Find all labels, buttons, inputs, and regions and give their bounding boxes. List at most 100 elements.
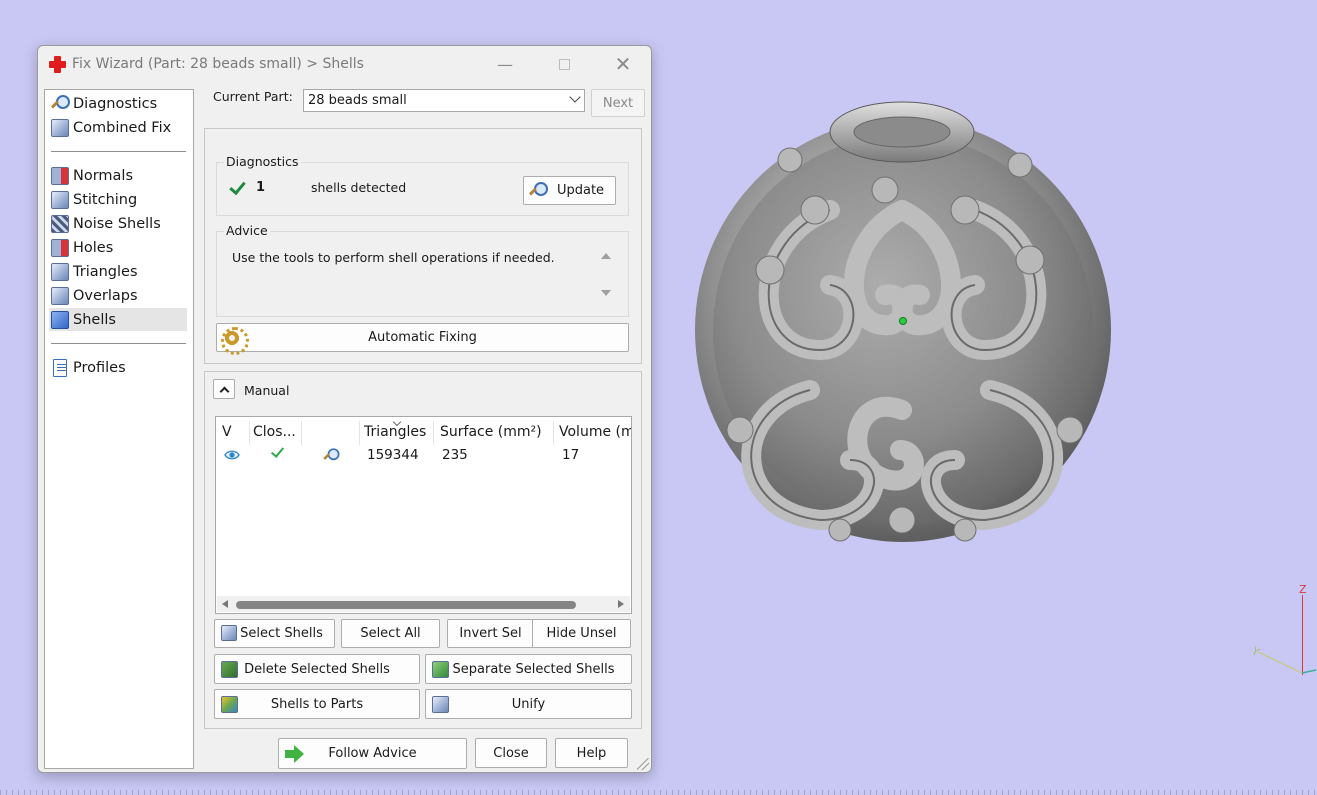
magnifier-icon <box>529 182 548 200</box>
bead-model[interactable] <box>690 90 1120 550</box>
unify-icon <box>432 696 449 713</box>
scroll-left-icon[interactable] <box>222 600 228 608</box>
nav-item-combined-fix[interactable]: Combined Fix <box>49 116 187 139</box>
collapse-manual-button[interactable] <box>213 379 235 399</box>
automatic-fixing-label: Automatic Fixing <box>368 330 477 345</box>
app-cross-icon <box>49 56 66 73</box>
nav-item-label: Diagnostics <box>73 95 158 112</box>
select-all-button[interactable]: Select All <box>341 619 440 648</box>
triangles-cell: 159344 <box>367 447 419 463</box>
nav-item-label: Stitching <box>73 191 138 208</box>
window-title: Fix Wizard (Part: 28 beads small) > Shel… <box>72 56 364 72</box>
delete-selected-shells-label: Delete Selected Shells <box>244 661 390 677</box>
current-part-select[interactable]: 28 beads small <box>303 89 585 112</box>
advice-group <box>216 231 629 317</box>
hide-unsel-button[interactable]: Hide Unsel <box>532 619 631 648</box>
shells-to-parts-icon <box>221 696 238 713</box>
manual-title: Manual <box>244 383 290 398</box>
nav-item-stitching[interactable]: Stitching <box>49 188 187 211</box>
nav-item-noise-shells[interactable]: Noise Shells <box>49 212 187 235</box>
select-shells-icon <box>221 625 237 641</box>
nav-item-label: Profiles <box>73 359 126 376</box>
nav-item-label: Overlaps <box>73 287 138 304</box>
chevron-up-icon <box>219 386 229 396</box>
current-part-value: 28 beads small <box>308 93 407 108</box>
nav-item-label: Normals <box>73 167 134 184</box>
gears-icon <box>221 327 249 355</box>
profiles-icon <box>53 358 67 377</box>
column-header[interactable]: Volume (m <box>559 421 631 445</box>
shells-to-parts-button[interactable]: Shells to Parts <box>214 689 420 719</box>
scroll-right-icon[interactable] <box>618 600 624 608</box>
nav-item-label: Combined Fix <box>73 119 172 136</box>
select-shells-label: Select Shells <box>240 626 323 641</box>
scroll-down-icon <box>601 290 611 296</box>
scroll-up-icon <box>601 253 611 259</box>
normals-icon <box>51 166 69 185</box>
next-button[interactable]: Next <box>591 89 645 117</box>
separate-selected-shells-label: Separate Selected Shells <box>452 661 615 677</box>
combined-fix-icon <box>51 118 69 137</box>
unify-button[interactable]: Unify <box>425 689 632 719</box>
shells-to-parts-label: Shells to Parts <box>270 696 364 712</box>
follow-advice-label: Follow Advice <box>328 746 417 761</box>
delete-shells-icon <box>221 661 238 678</box>
nav-item-triangles[interactable]: Triangles <box>49 260 187 283</box>
nav-item-label: Noise Shells <box>73 215 161 232</box>
resize-grip[interactable] <box>637 758 649 770</box>
title-bar[interactable]: Fix Wizard (Part: 28 beads small) > Shel… <box>38 46 651 83</box>
nav-item-diagnostics[interactable]: Diagnostics <box>49 92 187 115</box>
nav-item-shells[interactable]: Shells <box>49 308 187 331</box>
shell-count: 1 <box>256 180 266 195</box>
eye-icon[interactable] <box>224 449 240 461</box>
select-shells-button[interactable]: Select Shells <box>214 619 335 648</box>
chevron-down-icon <box>569 91 581 103</box>
invert-sel-button[interactable]: Invert Sel <box>447 619 534 648</box>
holes-icon <box>51 238 69 257</box>
follow-advice-button[interactable]: Follow Advice <box>278 738 467 769</box>
nav-divider <box>51 151 186 152</box>
nav-item-normals[interactable]: Normals <box>49 164 187 187</box>
maximize-button[interactable] <box>547 52 581 76</box>
table-horizontal-scrollbar[interactable] <box>217 596 630 612</box>
z-axis-label: Z <box>1299 583 1307 596</box>
column-header[interactable] <box>304 421 360 445</box>
advice-text: Use the tools to perform shell operation… <box>232 250 555 265</box>
update-button[interactable]: Update <box>523 176 616 205</box>
arrow-right-icon <box>285 745 305 763</box>
nav-item-label: Shells <box>73 311 116 328</box>
close-button[interactable]: Close <box>475 738 547 768</box>
column-header[interactable]: Surface (mm²) <box>440 421 554 445</box>
current-part-label: Current Part: <box>213 89 293 104</box>
separate-shells-icon <box>432 661 449 678</box>
close-window-button[interactable]: ✕ <box>606 52 640 76</box>
column-header[interactable]: V <box>222 421 250 445</box>
overlaps-icon <box>51 286 69 305</box>
minimize-button[interactable]: — <box>488 52 522 76</box>
diagnostics-title: Diagnostics <box>224 154 301 169</box>
viewport-bottom-edge <box>0 790 1317 795</box>
column-header[interactable]: Triangles <box>364 421 434 445</box>
shells-table[interactable]: V Clos... Triangles Surface (mm²) Volume… <box>215 416 632 614</box>
volume-cell: 17 <box>562 447 580 463</box>
scrollbar-thumb[interactable] <box>236 601 576 609</box>
nav-item-label: Holes <box>73 239 114 256</box>
update-label: Update <box>556 183 605 198</box>
automatic-fixing-button[interactable]: Automatic Fixing <box>216 323 629 355</box>
shells-icon <box>51 310 69 329</box>
stitching-icon <box>51 190 69 209</box>
nav-divider <box>51 343 186 344</box>
help-button[interactable]: Help <box>555 738 628 768</box>
nav-item-profiles[interactable]: Profiles <box>49 356 187 379</box>
magnifier-icon[interactable] <box>323 448 340 463</box>
nav-item-holes[interactable]: Holes <box>49 236 187 259</box>
advice-scrollbar[interactable] <box>598 248 614 304</box>
unify-label: Unify <box>511 696 546 712</box>
nav-item-label: Triangles <box>73 263 138 280</box>
column-header[interactable]: Clos... <box>253 421 302 445</box>
delete-selected-shells-button[interactable]: Delete Selected Shells <box>214 654 420 684</box>
separate-selected-shells-button[interactable]: Separate Selected Shells <box>425 654 632 684</box>
shells-detected-text: shells detected <box>311 180 407 195</box>
wizard-nav: Diagnostics Combined Fix Normals Stitchi… <box>44 89 194 769</box>
nav-item-overlaps[interactable]: Overlaps <box>49 284 187 307</box>
